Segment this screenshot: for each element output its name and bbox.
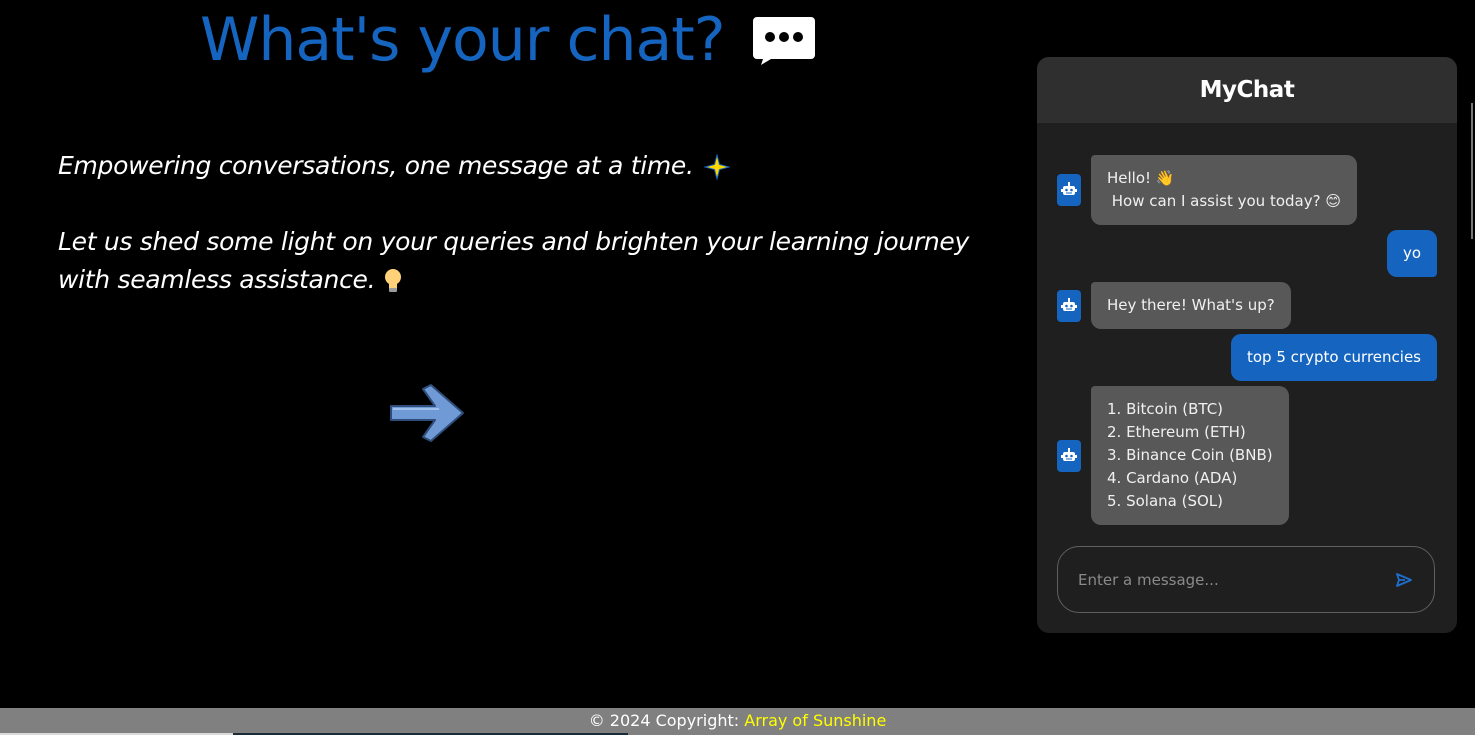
message-bubble: 1. Bitcoin (BTC) 2. Ethereum (ETH) 3. Bi… bbox=[1091, 386, 1289, 525]
message-text: yo bbox=[1402, 244, 1421, 262]
tagline-primary-text: Empowering conversations, one message at… bbox=[58, 151, 694, 180]
chat-message-user: top 5 crypto currencies bbox=[1057, 334, 1437, 381]
tagline-secondary: Let us shed some light on your queries a… bbox=[58, 223, 988, 299]
chat-message-bot: 1. Bitcoin (BTC) 2. Ethereum (ETH) 3. Bi… bbox=[1057, 386, 1437, 525]
message-text: 2. Ethereum (ETH) bbox=[1107, 423, 1246, 441]
chat-widget: MyChat Hello! 👋 How can I assist you tod… bbox=[1037, 57, 1457, 633]
robot-icon bbox=[1057, 289, 1081, 322]
chat-message-user: yo bbox=[1057, 230, 1437, 277]
chat-message-bot: Hey there! What's up? bbox=[1057, 282, 1437, 329]
message-text: Hey there! What's up? bbox=[1107, 296, 1275, 314]
robot-icon bbox=[1057, 439, 1081, 472]
tagline-secondary-text: Let us shed some light on your queries a… bbox=[58, 227, 969, 294]
footer-copyright: © 2024 Copyright: bbox=[588, 711, 745, 730]
message-input[interactable] bbox=[1078, 570, 1394, 589]
message-text: top 5 crypto currencies bbox=[1247, 348, 1421, 366]
hero-header: What's your chat? bbox=[200, 2, 815, 78]
message-text: 3. Binance Coin (BNB) bbox=[1107, 446, 1273, 464]
sparkle-icon bbox=[703, 154, 730, 180]
send-icon[interactable] bbox=[1394, 570, 1414, 590]
message-text: Hello! 👋 bbox=[1107, 169, 1175, 187]
chat-bubble-icon bbox=[752, 17, 815, 65]
page-title: What's your chat? bbox=[200, 5, 726, 75]
message-text: How can I assist you today? 😊 bbox=[1107, 192, 1341, 210]
message-text: 5. Solana (SOL) bbox=[1107, 492, 1223, 510]
footer: © 2024 Copyright: Array of Sunshine bbox=[0, 708, 1475, 735]
tagline-primary: Empowering conversations, one message at… bbox=[58, 147, 730, 185]
message-input-container bbox=[1057, 546, 1435, 613]
right-arrow-icon bbox=[390, 384, 464, 442]
footer-link[interactable]: Array of Sunshine bbox=[744, 711, 886, 730]
chat-header: MyChat bbox=[1037, 57, 1457, 123]
lightbulb-icon bbox=[385, 269, 402, 292]
page: What's your chat? Empowering conversatio… bbox=[0, 0, 1475, 735]
message-bubble: yo bbox=[1386, 230, 1437, 277]
message-text: 4. Cardano (ADA) bbox=[1107, 469, 1238, 487]
scrollbar[interactable] bbox=[1471, 103, 1475, 239]
chat-message-bot: Hello! 👋 How can I assist you today? 😊 bbox=[1057, 155, 1437, 225]
chat-title: MyChat bbox=[1199, 77, 1295, 103]
message-list: Hello! 👋 How can I assist you today? 😊 y… bbox=[1037, 123, 1457, 525]
message-bubble: top 5 crypto currencies bbox=[1231, 334, 1437, 381]
message-bubble: Hello! 👋 How can I assist you today? 😊 bbox=[1091, 155, 1357, 225]
message-bubble: Hey there! What's up? bbox=[1091, 282, 1291, 329]
message-text: 1. Bitcoin (BTC) bbox=[1107, 400, 1224, 418]
robot-icon bbox=[1057, 174, 1081, 206]
